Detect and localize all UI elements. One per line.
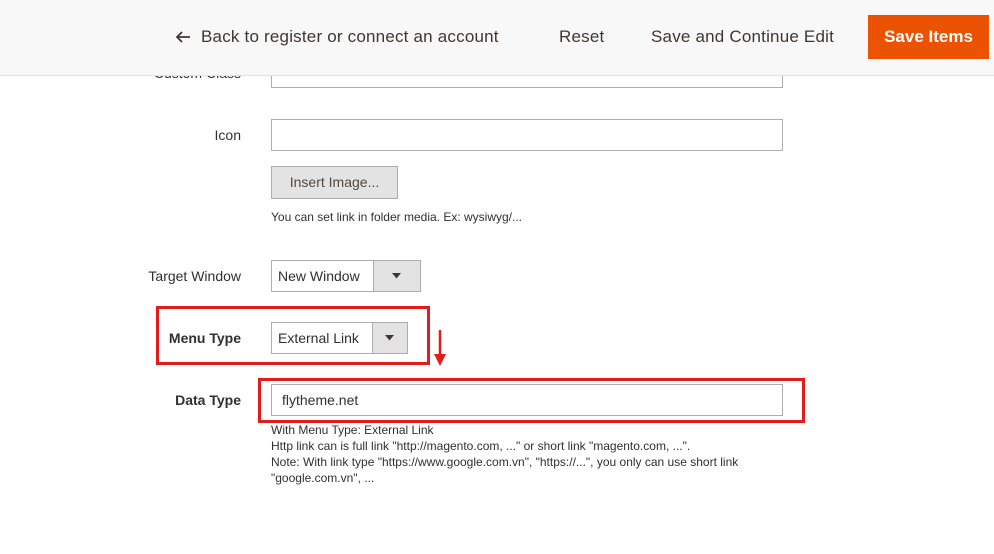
icon-label: Icon (214, 127, 241, 143)
note-line: Note: With link type "https://www.google… (271, 455, 739, 469)
down-arrow-icon (434, 330, 446, 366)
icon-note: You can set link in folder media. Ex: wy… (271, 210, 523, 224)
note-line: Http link can is full link "http://magen… (271, 439, 691, 453)
dropdown-toggle[interactable] (373, 261, 420, 291)
save-items-button[interactable]: Save Items (868, 15, 989, 59)
note-line: With Menu Type: External Link (271, 423, 434, 437)
reset-button[interactable]: Reset (559, 24, 604, 50)
data-type-label: Data Type (175, 392, 241, 408)
target-window-select[interactable]: New Window (271, 260, 421, 292)
menu-type-highlight (156, 306, 430, 365)
note-line: "google.com.vn", ... (271, 471, 375, 485)
arrow-left-icon (175, 24, 191, 50)
chevron-down-icon (392, 273, 401, 279)
insert-image-button[interactable]: Insert Image... (271, 166, 398, 199)
icon-input[interactable] (271, 119, 783, 151)
back-button[interactable]: Back to register or connect an account (175, 24, 499, 50)
save-and-continue-button[interactable]: Save and Continue Edit (651, 24, 834, 50)
target-window-label: Target Window (148, 268, 241, 284)
back-button-label: Back to register or connect an account (201, 27, 499, 46)
target-window-value: New Window (278, 268, 360, 284)
data-type-highlight (258, 378, 805, 423)
data-type-note: With Menu Type: External Link Http link … (271, 422, 791, 486)
page-actions-toolbar: Back to register or connect an account R… (0, 0, 994, 76)
